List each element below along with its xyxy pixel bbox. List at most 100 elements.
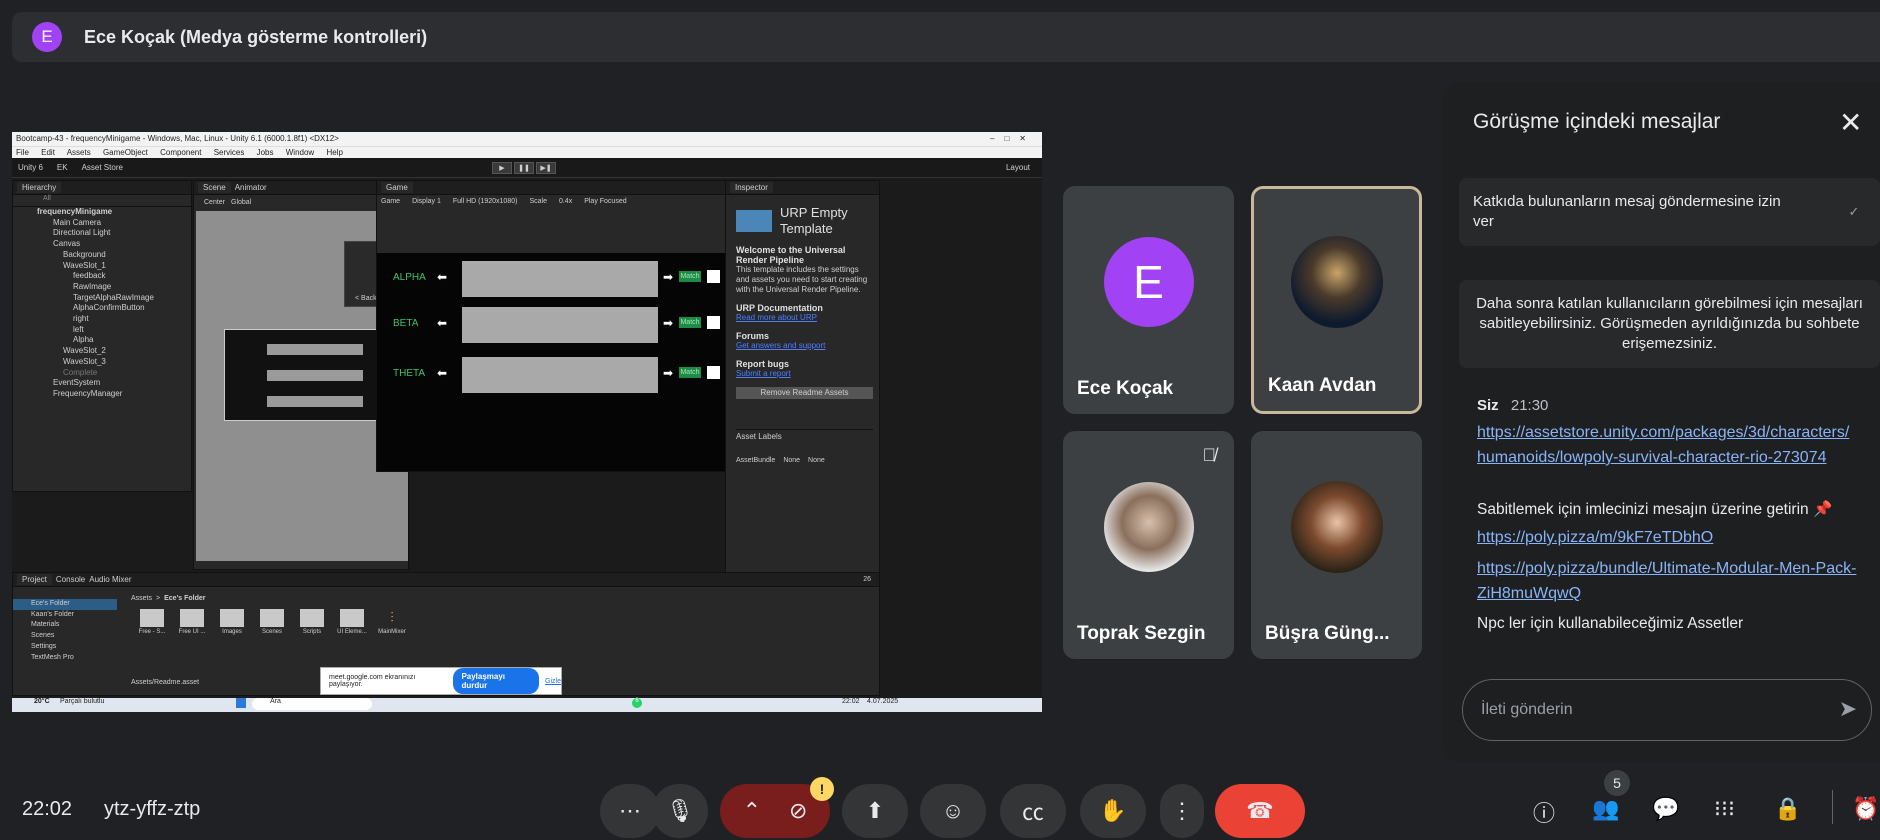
hide-link[interactable]: Gizle — [545, 678, 561, 685]
chat-link[interactable]: https://assetstore.unity.com/packages/3d… — [1477, 420, 1857, 470]
breadcrumb-folder[interactable]: Ece's Folder — [164, 595, 205, 602]
menu-edit[interactable]: Edit — [41, 148, 55, 157]
tree-item[interactable]: Alpha — [13, 335, 191, 346]
audio-mixer-tab[interactable]: Audio Mixer — [89, 575, 131, 584]
scale-value[interactable]: 0.4x — [559, 198, 572, 205]
layout-dropdown[interactable]: Layout — [1006, 163, 1030, 172]
right-arrow-icon[interactable]: ➡ — [663, 270, 673, 284]
step-icon[interactable]: ▶❚ — [536, 162, 556, 174]
match-button[interactable]: Match — [679, 271, 701, 282]
tree-item[interactable]: right — [13, 314, 191, 325]
pin-icon[interactable]: 📌 — [1813, 501, 1832, 518]
menu-gameobject[interactable]: GameObject — [103, 148, 148, 157]
tree-item[interactable]: FrequencyManager — [13, 389, 191, 400]
left-arrow-icon[interactable]: ⬅ — [437, 270, 447, 284]
stop-sharing-button[interactable]: Paylaşmayı durdur — [453, 668, 540, 694]
captions-button[interactable]: ㏄ — [1000, 784, 1066, 838]
tree-item[interactable]: Complete — [13, 368, 191, 379]
asset-store-button[interactable]: Asset Store — [82, 163, 123, 172]
hierarchy-search[interactable]: All — [13, 195, 191, 207]
tree-item[interactable]: feedback — [13, 271, 191, 282]
info-icon[interactable]: ⓘ — [1533, 796, 1555, 828]
right-arrow-icon[interactable]: ➡ — [663, 316, 673, 330]
project-folder[interactable]: Kaan's Folder — [13, 610, 117, 621]
windows-start-icon[interactable] — [236, 698, 246, 708]
check-icon[interactable]: ✓ — [1842, 200, 1866, 224]
breadcrumb-root[interactable]: Assets — [131, 595, 152, 602]
remove-readme-button[interactable]: Remove Readme Assets — [736, 387, 873, 399]
game-mode-dropdown[interactable]: Game — [381, 198, 400, 205]
bugs-link[interactable]: Submit a report — [736, 369, 873, 379]
pivot-dropdown[interactable]: Center — [204, 199, 225, 206]
tree-item[interactable]: WaveSlot_1 — [13, 261, 191, 272]
assetbundle-dropdown[interactable]: None — [783, 456, 800, 466]
menu-help[interactable]: Help — [326, 148, 342, 157]
participant-tile[interactable]: 🎙̸ Toprak Sezgin — [1063, 431, 1234, 659]
folder-item[interactable]: Scripts — [297, 609, 327, 635]
folder-item[interactable]: Scenes — [257, 609, 287, 635]
tree-item[interactable]: WaveSlot_2 — [13, 346, 191, 357]
animator-tab[interactable]: Animator — [235, 183, 267, 192]
menu-assets[interactable]: Assets — [67, 148, 91, 157]
menu-component[interactable]: Component — [160, 148, 201, 157]
participant-tile[interactable]: E Ece Koçak — [1063, 186, 1234, 414]
presenter-title[interactable]: Ece Koçak (Medya gösterme kontrolleri) — [84, 27, 427, 48]
chevron-up-icon[interactable]: ⌃ — [743, 798, 761, 824]
scene-tab[interactable]: Scene — [198, 182, 231, 193]
more-options-button[interactable]: ⋯ — [600, 784, 660, 838]
leave-call-button[interactable]: ☎ — [1215, 784, 1305, 838]
project-folder[interactable]: TextMesh Pro — [13, 653, 117, 664]
window-controls[interactable]: –□✕ — [990, 132, 1036, 146]
send-icon[interactable]: ➤ — [1839, 696, 1857, 722]
menu-window[interactable]: Window — [286, 148, 314, 157]
left-arrow-icon[interactable]: ⬅ — [437, 366, 447, 380]
presenter-bar[interactable]: E Ece Koçak (Medya gösterme kontrolleri) — [12, 12, 1880, 62]
display-dropdown[interactable]: Display 1 — [412, 198, 441, 205]
project-folder[interactable]: Ece's Folder — [13, 599, 117, 610]
resolution-dropdown[interactable]: Full HD (1920x1080) — [453, 198, 518, 205]
allow-messages-toggle[interactable]: Katkıda bulunanların mesaj göndermesine … — [1459, 178, 1880, 246]
tree-item[interactable]: Canvas — [13, 239, 191, 250]
raise-hand-button[interactable]: ✋ — [1080, 784, 1146, 838]
taskbar-search[interactable]: Ara — [252, 698, 372, 710]
console-tab[interactable]: Console — [56, 575, 85, 584]
folder-item[interactable]: Free UI ... — [177, 609, 207, 635]
people-icon[interactable]: 👥 — [1592, 796, 1619, 822]
doc-link[interactable]: Read more about URP — [736, 313, 873, 323]
message-input[interactable]: İleti gönderin ➤ — [1462, 679, 1872, 741]
participant-tile-speaking[interactable]: Kaan Avdan — [1251, 186, 1422, 414]
menu-services[interactable]: Services — [214, 148, 245, 157]
tree-item[interactable]: AlphaConfirmButton — [13, 303, 191, 314]
folder-item[interactable]: Images — [217, 609, 247, 635]
tree-item[interactable]: Main Camera — [13, 218, 191, 229]
more-actions-button[interactable]: ⋮ — [1160, 784, 1204, 838]
tree-item[interactable]: Directional Light — [13, 228, 191, 239]
right-arrow-icon[interactable]: ➡ — [663, 366, 673, 380]
tree-item[interactable]: left — [13, 325, 191, 336]
project-folder[interactable]: Materials — [13, 620, 117, 631]
hierarchy-tab[interactable]: Hierarchy — [17, 182, 62, 193]
menu-file[interactable]: File — [16, 148, 29, 157]
inspector-tab[interactable]: Inspector — [730, 182, 773, 193]
tree-item[interactable]: EventSystem — [13, 378, 191, 389]
tree-item[interactable]: RawImage — [13, 282, 191, 293]
present-button[interactable]: ⬆ — [842, 784, 908, 838]
play-mode-dropdown[interactable]: Play Focused — [584, 198, 626, 205]
match-button[interactable]: Match — [679, 317, 701, 328]
host-controls-lock-icon[interactable]: 🔒 — [1774, 796, 1801, 822]
close-icon[interactable]: ✕ — [1839, 106, 1862, 139]
variant-dropdown[interactable]: None — [808, 456, 825, 466]
left-arrow-icon[interactable]: ⬅ — [437, 316, 447, 330]
mic-button[interactable]: 🎙 — [652, 784, 708, 838]
play-icon[interactable]: ▶ — [492, 162, 512, 174]
mixer-item[interactable]: ⫶ MainMixer — [377, 609, 407, 635]
project-folder[interactable]: Scenes — [13, 631, 117, 642]
account-dropdown[interactable]: EK — [57, 163, 68, 172]
participant-tile[interactable]: Büşra Güng... — [1251, 431, 1422, 659]
activities-grid-icon[interactable]: ⁝⁝⁝ — [1714, 796, 1735, 822]
tree-item[interactable]: Background — [13, 250, 191, 261]
chat-link[interactable]: https://poly.pizza/bundle/Ultimate-Modul… — [1477, 556, 1857, 606]
game-tab[interactable]: Game — [381, 182, 413, 193]
tree-item[interactable]: frequencyMinigame — [13, 207, 191, 218]
project-tab[interactable]: Project — [17, 574, 52, 585]
